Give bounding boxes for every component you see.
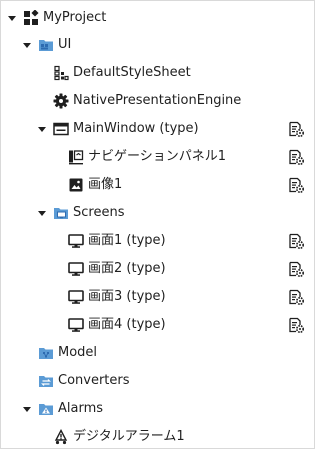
expand-arrow-icon[interactable] [21,39,33,51]
properties-icon[interactable] [288,289,304,305]
tree-item-screens[interactable]: Screens [1,199,314,227]
tree-item-label: 画像1 [88,177,123,192]
tree-item-alarms[interactable]: Alarms [1,395,314,423]
monitor-icon [68,317,84,333]
tree-item-label: Alarms [58,401,104,416]
gear-icon [53,93,69,109]
expand-arrow-icon[interactable] [6,12,18,24]
properties-icon[interactable] [288,149,304,165]
tree-item-label: 画面1 (type) [88,233,166,248]
tree-item-ui[interactable]: UI [1,31,314,59]
style-sheet-icon [53,65,69,81]
tree-item-screen[interactable]: 画面3 (type) [1,283,314,311]
properties-icon[interactable] [288,233,304,249]
expand-arrow-icon[interactable] [36,207,48,219]
tree-item-label: Model [58,345,98,360]
tree-item-label: 画面2 (type) [88,261,166,276]
monitor-icon [68,233,84,249]
tree-item-label: Screens [73,205,125,220]
tree-item-label: 画面3 (type) [88,289,166,304]
properties-icon[interactable] [288,261,304,277]
image-icon [68,177,84,193]
tree-item-image1[interactable]: 画像1 [1,171,314,199]
tree-item-digital-alarm[interactable]: デジタルアラーム1 [1,423,314,451]
tree-item-myproject[interactable]: MyProject [1,4,314,32]
tree-item-screen[interactable]: 画面4 (type) [1,311,314,339]
model-folder-icon [38,345,54,361]
screens-folder-icon [53,205,69,221]
tree-item-converters[interactable]: Converters [1,367,314,395]
alarm-bell-icon [53,429,69,445]
navigation-panel-icon [68,149,84,165]
tree-item-label: DefaultStyleSheet [73,65,191,80]
tree-item-default-style-sheet[interactable]: DefaultStyleSheet [1,59,314,87]
converters-folder-icon [38,373,54,389]
tree-item-screen[interactable]: 画面1 (type) [1,227,314,255]
monitor-icon [68,289,84,305]
properties-icon[interactable] [288,121,304,137]
tree-item-label: NativePresentationEngine [73,93,242,108]
project-tree-panel: MyProject UI DefaultStyleSheet NativePre… [0,0,315,449]
tree-item-label: ナビゲーションパネル1 [88,149,227,164]
blue-folder-icon [38,37,54,53]
tree-item-label: UI [58,37,72,52]
alarms-folder-icon [38,401,54,417]
tree-item-label: MainWindow (type) [73,121,199,136]
tree-item-label: Converters [58,373,130,388]
monitor-icon [68,261,84,277]
tree-item-screen[interactable]: 画面2 (type) [1,255,314,283]
grid-icon [23,10,39,26]
tree-item-label: デジタルアラーム1 [73,429,185,444]
properties-icon[interactable] [288,177,304,193]
tree-item-label: MyProject [43,10,107,25]
tree-item-navigation-panel[interactable]: ナビゲーションパネル1 [1,143,314,171]
properties-icon[interactable] [288,317,304,333]
tree-item-label: 画面4 (type) [88,317,166,332]
tree-item-main-window[interactable]: MainWindow (type) [1,115,314,143]
tree-item-native-presentation-engine[interactable]: NativePresentationEngine [1,87,314,115]
expand-arrow-icon[interactable] [36,123,48,135]
expand-arrow-icon[interactable] [21,403,33,415]
tree-item-model[interactable]: Model [1,339,314,367]
window-icon [53,121,69,137]
